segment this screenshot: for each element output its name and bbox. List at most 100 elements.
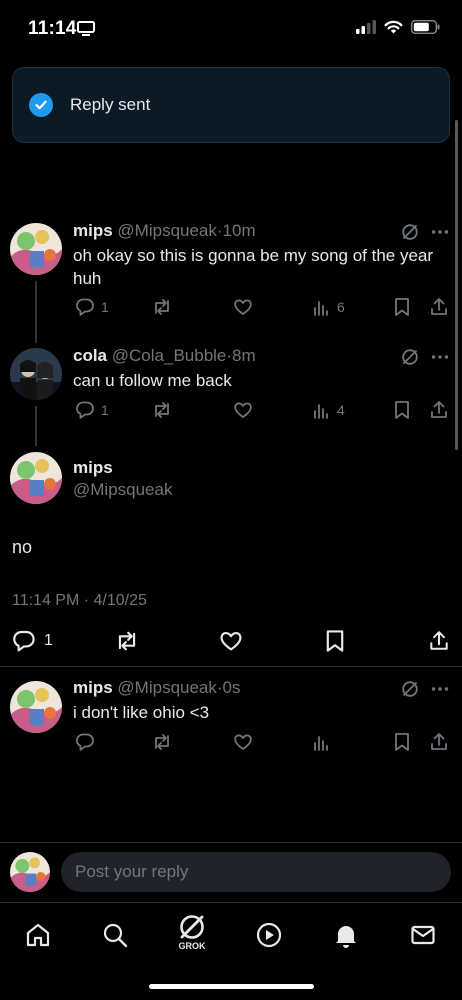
author-name[interactable]: mips	[73, 678, 113, 697]
author-handle[interactable]: @Mipsqueak	[117, 221, 216, 240]
tweet-header: mips @Mipsqueak·10m	[73, 221, 256, 241]
tweet-actions: 1 4	[73, 400, 453, 424]
author-name[interactable]: cola	[73, 346, 107, 365]
reply-icon	[76, 733, 94, 751]
repost-icon	[155, 734, 169, 750]
views-count: 4	[337, 402, 345, 418]
screen-mirror-icon	[77, 21, 95, 36]
like-button[interactable]	[233, 400, 253, 420]
toast-text: Reply sent	[70, 95, 151, 114]
bookmark-icon	[395, 298, 409, 316]
avatar[interactable]	[10, 348, 62, 400]
views-icon	[314, 736, 328, 751]
main-tweet-timestamp[interactable]: 11:14 PM · 4/10/25	[12, 592, 147, 610]
views-button[interactable]	[313, 732, 331, 752]
bookmark-icon	[395, 733, 409, 751]
like-button[interactable]	[219, 629, 243, 653]
views-count: 6	[337, 299, 345, 315]
share-button[interactable]	[429, 297, 449, 317]
tweet-time: ·8m	[226, 346, 256, 365]
reply-icon	[76, 401, 94, 419]
check-icon	[29, 93, 53, 117]
reply-button[interactable]: 1	[75, 400, 109, 420]
like-button[interactable]	[233, 732, 253, 752]
tab-search[interactable]	[95, 915, 135, 955]
like-icon	[234, 402, 252, 418]
bookmark-button[interactable]	[325, 629, 345, 653]
more-icon[interactable]	[431, 229, 449, 235]
like-icon	[234, 299, 252, 315]
tab-grok[interactable]: GROK	[172, 911, 212, 951]
author-name[interactable]: mips	[73, 458, 113, 478]
more-icon[interactable]	[431, 686, 449, 692]
like-button[interactable]	[233, 297, 253, 317]
views-icon	[314, 404, 328, 419]
author-handle[interactable]: @Mipsqueak	[117, 678, 216, 697]
avatar[interactable]	[10, 681, 62, 733]
search-icon	[103, 923, 128, 948]
like-icon	[234, 734, 252, 750]
tweet-text: oh okay so this is gonna be my song of t…	[73, 246, 434, 288]
tweet-actions: 1 6	[73, 297, 453, 321]
share-icon	[431, 733, 447, 750]
bookmark-icon	[326, 630, 344, 652]
tweet-text: i don't like ohio <3	[73, 703, 210, 722]
more-icon[interactable]	[431, 354, 449, 360]
bookmark-button[interactable]	[394, 400, 410, 420]
repost-button[interactable]	[151, 732, 173, 752]
bookmark-button[interactable]	[394, 732, 410, 752]
tweet-header: cola @Cola_Bubble·8m	[73, 346, 256, 366]
share-button[interactable]	[428, 629, 450, 653]
repost-icon	[118, 631, 136, 651]
mail-icon	[411, 925, 435, 945]
share-button[interactable]	[429, 732, 449, 752]
share-button[interactable]	[429, 400, 449, 420]
views-button[interactable]: 4	[313, 400, 345, 420]
tweet-time: ·10m	[216, 221, 256, 240]
reply-button[interactable]: 1	[75, 297, 109, 317]
grok-icon[interactable]	[401, 680, 419, 698]
reply-input[interactable]: Post your reply	[61, 852, 451, 892]
repost-button[interactable]	[114, 629, 140, 653]
grok-icon	[180, 914, 204, 939]
grok-label: GROK	[178, 940, 206, 951]
tweet-text: can u follow me back	[73, 371, 232, 390]
status-time: 11:14	[28, 18, 77, 39]
scrollbar[interactable]	[455, 120, 458, 450]
avatar[interactable]	[10, 452, 62, 504]
grok-icon[interactable]	[401, 223, 419, 241]
author-handle[interactable]: @Mipsqueak	[73, 480, 172, 500]
views-icon	[314, 301, 328, 316]
tweet-header: mips @Mipsqueak·0s	[73, 678, 241, 698]
tab-messages[interactable]	[403, 915, 443, 955]
repost-button[interactable]	[151, 297, 173, 317]
views-button[interactable]: 6	[313, 297, 345, 317]
bookmark-button[interactable]	[394, 297, 410, 317]
reply-icon	[76, 298, 94, 316]
like-icon	[220, 632, 242, 651]
battery-icon	[411, 20, 440, 34]
share-icon	[431, 401, 447, 418]
reply-button[interactable]	[75, 732, 95, 752]
divider	[0, 666, 462, 667]
reply-count: 1	[101, 402, 109, 418]
thread-line	[35, 406, 37, 446]
thread-line	[35, 281, 37, 343]
share-icon	[430, 631, 448, 650]
author-name[interactable]: mips	[73, 221, 113, 240]
home-indicator[interactable]	[149, 984, 314, 989]
repost-button[interactable]	[151, 400, 173, 420]
grok-icon[interactable]	[401, 348, 419, 366]
main-tweet-text: no	[12, 537, 33, 557]
tab-home[interactable]	[18, 915, 58, 955]
repost-icon	[155, 402, 169, 418]
reply-sent-toast: Reply sent	[12, 67, 450, 143]
tab-video[interactable]	[249, 915, 289, 955]
reply-count: 1	[101, 299, 109, 315]
tab-notifications[interactable]	[326, 915, 366, 955]
reply-button[interactable]: 1	[12, 629, 53, 653]
avatar[interactable]	[10, 852, 50, 892]
avatar[interactable]	[10, 223, 62, 275]
bookmark-icon	[395, 401, 409, 419]
author-handle[interactable]: @Cola_Bubble	[112, 346, 227, 365]
